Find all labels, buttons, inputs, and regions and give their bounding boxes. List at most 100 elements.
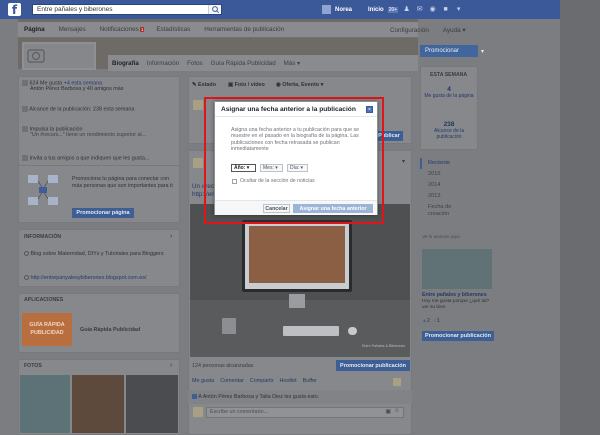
tab-notificaciones[interactable]: Notificaciones 1 <box>100 26 145 33</box>
facebook-logo-icon[interactable]: f <box>8 3 21 17</box>
post-action-avatar[interactable] <box>393 378 401 386</box>
ad-promote-button[interactable]: Promocionar publicación <box>422 331 494 341</box>
checkbox-box[interactable] <box>232 178 237 184</box>
stat-box-likes[interactable]: 4 Me gusta de la página <box>424 86 474 114</box>
dialog-description: Asigna una fecha anterior a tu publicaci… <box>231 127 360 153</box>
search-icon[interactable] <box>208 5 221 14</box>
promo-illustration <box>24 173 64 209</box>
ad-title[interactable]: Entre pañales y biberones <box>422 292 487 299</box>
invite-icon <box>22 155 28 161</box>
day-select-label: Día: <box>290 165 300 171</box>
share-action[interactable]: Compartir <box>250 378 274 385</box>
stat-box-reach[interactable]: 238 Alcance de la publicación <box>424 121 474 149</box>
tab-informacion[interactable]: Información <box>147 60 179 67</box>
composer-status-tab[interactable]: ✎ Estado <box>192 82 216 89</box>
month-select[interactable]: Mes: ▾ <box>260 164 283 172</box>
search-input[interactable]: Entre pañales y biberones <box>32 4 222 15</box>
chevron-down-icon[interactable]: ▾ <box>454 6 463 14</box>
emoji-icon[interactable]: ☺ <box>394 408 400 414</box>
offer-icon: ◉ <box>276 82 281 88</box>
timeline-created[interactable]: Fecha de creación <box>420 202 480 220</box>
tab-mensajes[interactable]: Mensajes <box>59 26 86 33</box>
hootlet-action[interactable]: Hootlet <box>280 378 297 385</box>
app-label[interactable]: Guía Rápida Publicidad <box>80 327 140 334</box>
ad-comments: 1 <box>437 318 440 324</box>
ad-image[interactable] <box>422 249 492 289</box>
user-name-link[interactable]: Norea <box>335 7 352 13</box>
tab-mas[interactable]: Más ▾ <box>284 60 301 67</box>
tab-pagina[interactable]: Página <box>24 26 45 33</box>
tab-fotos[interactable]: Fotos <box>187 60 202 67</box>
tab-guia-rapida[interactable]: Guía Rápida Publicidad <box>211 60 276 67</box>
timeline-recent[interactable]: Reciente <box>420 158 480 169</box>
profile-picture[interactable] <box>22 42 96 70</box>
likes-row[interactable]: 624 Me gusta +4 esta semana Antón Pérez … <box>22 80 177 93</box>
promote-button[interactable]: Promocionar ▾ <box>420 45 484 57</box>
photo-thumb[interactable] <box>126 375 178 433</box>
timeline-2014[interactable]: 2014 <box>420 180 480 191</box>
promote-page-button[interactable]: Promocionar página <box>72 208 134 218</box>
buffer-action[interactable]: Buffer <box>303 378 317 385</box>
backdate-dialog: Asignar una fecha anterior a la publicac… <box>214 101 378 215</box>
promo-text: Promociona tu página para conectar con m… <box>72 176 173 189</box>
day-select[interactable]: Día: ▾ <box>287 164 308 172</box>
boost-icon <box>22 126 28 132</box>
photo-thumb[interactable] <box>20 375 70 433</box>
invite-row[interactable]: Invita a tus amigos a que indiquen que l… <box>22 155 177 162</box>
invite-text: Invita a tus amigos a que indiquen que l… <box>29 155 150 162</box>
timeline-2013[interactable]: 2013 <box>420 191 480 202</box>
post-likes-text: A Antón Pérez Barbosa y Talia Diez les g… <box>198 394 320 400</box>
comment-input[interactable]: Escribe un comentario... ▣ ☺ <box>206 407 404 418</box>
comment-action[interactable]: Comentar <box>220 378 244 385</box>
photo-screen <box>249 226 345 283</box>
likes-icon <box>22 80 28 86</box>
boost-row[interactable]: Impulsa la publicación "Un #recurs..." t… <box>22 126 177 139</box>
like-action[interactable]: Me gusta <box>192 378 214 385</box>
info-expand-icon[interactable]: › <box>170 233 172 240</box>
reach-row[interactable]: Alcance de la publicación: 238 esta sema… <box>22 106 177 113</box>
settings-link[interactable]: Configuración <box>390 27 429 34</box>
globe-icon <box>24 275 29 281</box>
help-link[interactable]: Ayuda ▾ <box>443 27 466 34</box>
info-blog: Blog sobre Maternidad, DIYs y Tutoriales… <box>24 251 174 258</box>
ad-subtitle: Hoy me gusta porque ¿qué tal? ver su bie… <box>422 299 490 310</box>
comment-placeholder: Escribe un comentario... <box>210 409 269 415</box>
close-icon[interactable]: × <box>366 106 373 113</box>
assign-date-button[interactable]: Asignar una fecha anterior <box>293 204 373 213</box>
photo-cup <box>222 318 236 334</box>
composer-offer-tab[interactable]: ◉ Oferta, Evento ▾ <box>276 82 323 89</box>
photos-expand-icon[interactable]: › <box>170 362 172 369</box>
timeline-2015[interactable]: 2015 <box>420 169 480 180</box>
info-url[interactable]: http://entrepanyalesybiberones.blogspot.… <box>24 275 176 282</box>
photo-stand <box>289 294 305 308</box>
ad-preview-label: Ve lo anuncio aquí <box>422 234 460 239</box>
composer-status-label: Estado <box>198 82 217 88</box>
home-link[interactable]: Inicio <box>368 7 384 13</box>
lock-icon[interactable]: ■ <box>441 6 450 14</box>
promote-post-button[interactable]: Promocionar publicación <box>336 360 410 371</box>
hide-from-news-checkbox[interactable]: Ocultar de la sección de noticias <box>232 178 315 184</box>
camera-icon[interactable]: ▣ <box>385 408 391 415</box>
year-select[interactable]: Año: ▾ <box>231 164 256 172</box>
dialog-title: Asignar una fecha anterior a la publicac… <box>215 102 377 117</box>
composer-offer-label: Oferta, Evento <box>282 82 320 88</box>
globe-icon[interactable]: ◉ <box>428 6 437 14</box>
post-likes: A Antón Pérez Barbosa y Talia Diez les g… <box>192 394 319 401</box>
cancel-button[interactable]: Cancelar <box>263 204 290 213</box>
tab-herramientas[interactable]: Herramientas de publicación <box>204 26 284 33</box>
messages-icon[interactable]: ✉ <box>415 6 424 14</box>
photo-thumb[interactable] <box>72 375 124 433</box>
week-header: ESTA SEMANA <box>430 72 468 78</box>
info-url-text: http://entrepanyalesybiberones.blogspot.… <box>30 275 147 281</box>
post-options-icon[interactable]: ▾ <box>402 158 405 165</box>
composer-photo-tab[interactable]: ▣ Foto / vídeo <box>228 82 265 89</box>
friends-icon[interactable]: ♟ <box>402 6 411 14</box>
post-reach: 124 personas alcanzadas <box>192 363 254 369</box>
app-thumbnail[interactable]: GUÍA RÁPIDA PUBLICIDAD <box>22 313 72 346</box>
post-actions: Me gusta Comentar Compartir Hootlet Buff… <box>192 378 317 385</box>
tab-biografia[interactable]: Biografía <box>112 60 139 67</box>
reach-text: Alcance de la publicación: 238 <box>29 106 103 113</box>
avatar[interactable] <box>322 5 331 14</box>
tab-estadisticas[interactable]: Estadísticas <box>156 26 190 33</box>
timeline-nav: Reciente 2015 2014 2013 Fecha de creació… <box>420 158 480 218</box>
